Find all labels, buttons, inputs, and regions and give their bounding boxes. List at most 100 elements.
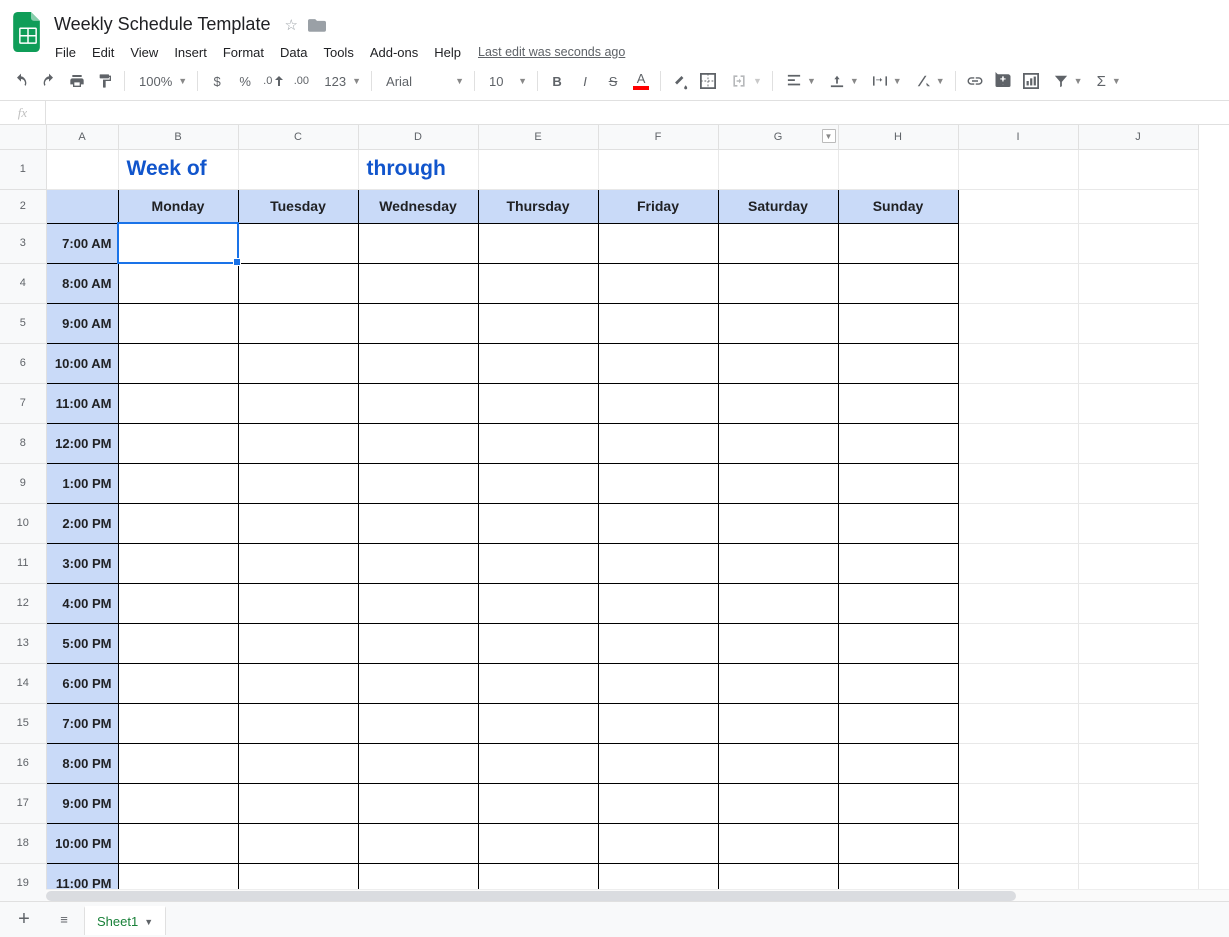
cell-F12[interactable] [598,583,718,623]
cell-E1[interactable] [478,149,598,189]
time-label-row7[interactable]: 11:00 AM [46,383,118,423]
cell-G15[interactable] [718,703,838,743]
cell-H11[interactable] [838,543,958,583]
menu-view[interactable]: View [123,41,165,64]
cell-A2[interactable] [46,189,118,223]
col-header-F[interactable]: F [598,125,718,149]
cell-G1[interactable] [718,149,838,189]
cell-I13[interactable] [958,623,1078,663]
cell-B11[interactable] [118,543,238,583]
time-label-row10[interactable]: 2:00 PM [46,503,118,543]
redo-button[interactable] [36,68,62,94]
cell-A1[interactable] [46,149,118,189]
cell-E5[interactable] [478,303,598,343]
increase-decimal-button[interactable]: .00 [288,68,314,94]
cell-F4[interactable] [598,263,718,303]
cell-D8[interactable] [358,423,478,463]
cell-G7[interactable] [718,383,838,423]
row-header-6[interactable]: 6 [0,343,46,383]
row-header-17[interactable]: 17 [0,783,46,823]
star-icon[interactable]: ☆ [282,14,299,36]
cell-G18[interactable] [718,823,838,863]
fill-color-button[interactable] [667,68,693,94]
time-label-row14[interactable]: 6:00 PM [46,663,118,703]
time-label-row18[interactable]: 10:00 PM [46,823,118,863]
cell-H6[interactable] [838,343,958,383]
row-header-10[interactable]: 10 [0,503,46,543]
cell-B3[interactable] [118,223,238,263]
wrap-button[interactable]: ▼ [865,68,906,94]
cell-F1[interactable] [598,149,718,189]
cell-E13[interactable] [478,623,598,663]
cell-I14[interactable] [958,663,1078,703]
day-header-friday[interactable]: Friday [598,189,718,223]
zoom-select[interactable]: 100%▼ [131,68,191,94]
rotate-button[interactable]: ▼ [908,68,949,94]
col-header-D[interactable]: D [358,125,478,149]
cell-J3[interactable] [1078,223,1198,263]
cell-I2[interactable] [958,189,1078,223]
col-header-E[interactable]: E [478,125,598,149]
cell-E10[interactable] [478,503,598,543]
row-header-18[interactable]: 18 [0,823,46,863]
functions-button[interactable]: Σ▼ [1089,68,1125,94]
cell-D17[interactable] [358,783,478,823]
cell-B5[interactable] [118,303,238,343]
cell-B17[interactable] [118,783,238,823]
cell-H7[interactable] [838,383,958,423]
cell-C1[interactable] [238,149,358,189]
cell-I8[interactable] [958,423,1078,463]
format-percent-button[interactable]: % [232,68,258,94]
cell-J14[interactable] [1078,663,1198,703]
cell-G13[interactable] [718,623,838,663]
cell-B13[interactable] [118,623,238,663]
cell-D10[interactable] [358,503,478,543]
cell-C11[interactable] [238,543,358,583]
cell-G5[interactable] [718,303,838,343]
cell-E18[interactable] [478,823,598,863]
cell-D13[interactable] [358,623,478,663]
print-button[interactable] [64,68,90,94]
cell-B6[interactable] [118,343,238,383]
select-all-corner[interactable] [0,125,46,149]
cell-B4[interactable] [118,263,238,303]
row-header-15[interactable]: 15 [0,703,46,743]
cell-F9[interactable] [598,463,718,503]
italic-button[interactable]: I [572,68,598,94]
time-label-row15[interactable]: 7:00 PM [46,703,118,743]
cell-D12[interactable] [358,583,478,623]
cell-I4[interactable] [958,263,1078,303]
row-header-2[interactable]: 2 [0,189,46,223]
cell-H10[interactable] [838,503,958,543]
row-header-14[interactable]: 14 [0,663,46,703]
cell-I18[interactable] [958,823,1078,863]
cell-D18[interactable] [358,823,478,863]
cell-B10[interactable] [118,503,238,543]
cell-F15[interactable] [598,703,718,743]
cell-D15[interactable] [358,703,478,743]
cell-H14[interactable] [838,663,958,703]
cell-E3[interactable] [478,223,598,263]
cell-F11[interactable] [598,543,718,583]
time-label-row3[interactable]: 7:00 AM [46,223,118,263]
cell-B18[interactable] [118,823,238,863]
cell-B15[interactable] [118,703,238,743]
cell-I7[interactable] [958,383,1078,423]
link-button[interactable] [962,68,988,94]
cell-E12[interactable] [478,583,598,623]
cell-D5[interactable] [358,303,478,343]
cell-G11[interactable] [718,543,838,583]
cell-G3[interactable] [718,223,838,263]
row-header-13[interactable]: 13 [0,623,46,663]
cell-D16[interactable] [358,743,478,783]
time-label-row11[interactable]: 3:00 PM [46,543,118,583]
doc-title[interactable]: Weekly Schedule Template [48,12,276,37]
menu-file[interactable]: File [48,41,83,64]
menu-help[interactable]: Help [427,41,468,64]
cell-G16[interactable] [718,743,838,783]
time-label-row16[interactable]: 8:00 PM [46,743,118,783]
cell-G17[interactable] [718,783,838,823]
cell-I3[interactable] [958,223,1078,263]
cell-C16[interactable] [238,743,358,783]
cell-D7[interactable] [358,383,478,423]
